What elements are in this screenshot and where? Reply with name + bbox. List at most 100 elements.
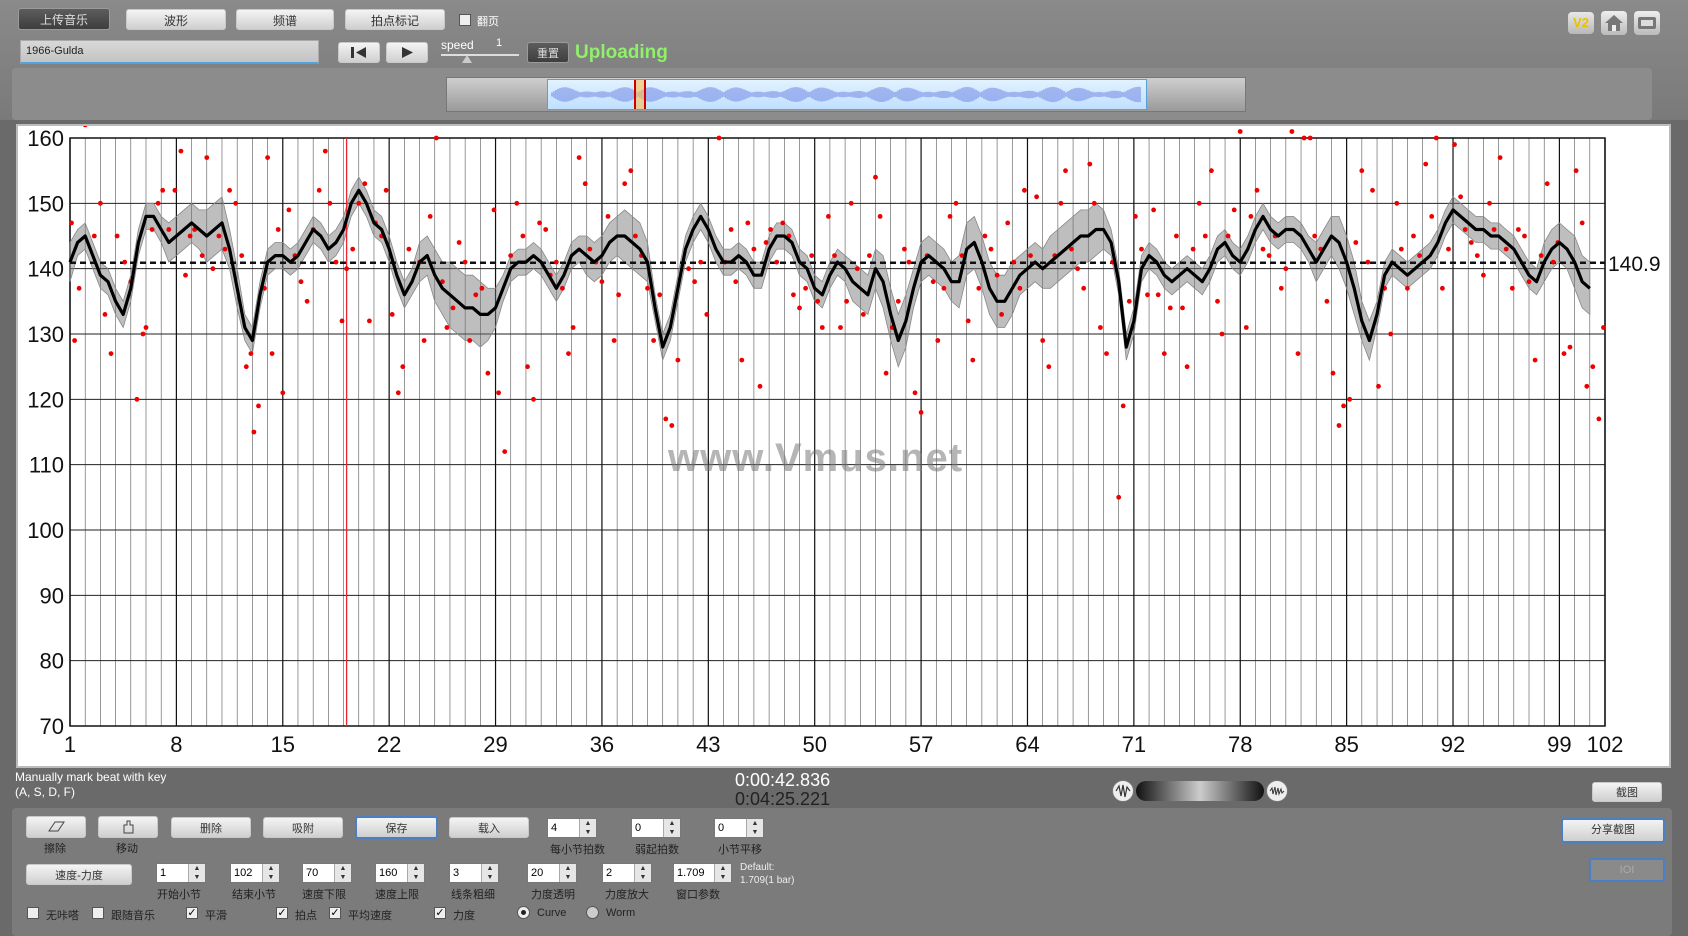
x-tick-label: 85 [1334,732,1358,757]
screen-icon[interactable] [1634,11,1660,35]
waveform-zoom-in-icon[interactable] [1266,780,1288,802]
curve-label: Curve [537,907,567,919]
load-button[interactable]: 载入 [449,817,529,838]
beat-point [269,351,275,356]
beat-point [587,246,593,252]
beat-point [1394,200,1400,206]
beat-point [444,325,450,330]
waveform-view-window[interactable] [547,79,1147,110]
x-tick-label: 22 [377,732,401,757]
average-tempo-checkbox[interactable]: ✓ [329,907,341,919]
beat-point [935,338,941,343]
playhead-marker[interactable] [634,80,646,109]
beat-point [427,214,433,219]
waveform-zoom-out-icon[interactable] [1112,780,1134,802]
y-tick-label: 90 [40,583,64,608]
play-button[interactable] [386,42,428,63]
beat-point [797,305,802,311]
skip-back-button[interactable] [338,42,380,63]
v2-icon[interactable]: V2 [1568,12,1594,34]
curve-radio[interactable] [517,906,530,919]
upload-status: Uploading [575,42,668,63]
x-tick-label: 102 [1587,732,1624,757]
beat-point [553,259,559,265]
beat-point [873,174,878,180]
pickup-beats-input[interactable]: 0 ▲ ▼ [631,818,681,838]
beat-point [1370,187,1375,193]
flip-page-checkbox[interactable] [459,14,471,26]
upload-music-button[interactable]: 上传音乐 [18,8,110,30]
bar-offset-input[interactable]: 0 ▲ ▼ [714,818,764,838]
beat-point [1347,396,1353,402]
beat-point [233,200,239,206]
x-tick-label: 1 [64,732,76,757]
beat-point [999,312,1004,317]
waveform-track[interactable] [446,77,1246,112]
start-bar-input[interactable]: 1 ▲ ▼ [156,863,206,883]
end-bar-input[interactable]: 102 ▲ ▼ [230,863,280,883]
speed-slider[interactable] [441,54,519,56]
beat-point [322,148,328,154]
beat-point [1573,168,1579,174]
beat-point [1098,325,1103,330]
beat-point [1579,220,1585,226]
save-button[interactable]: 保存 [355,816,438,839]
x-tick-label: 8 [170,732,182,757]
beat-point [809,253,815,258]
beat-point [616,292,621,298]
dynamics-zoom-label: 力度放大 [605,889,649,901]
home-icon[interactable] [1601,11,1627,35]
beat-point [1411,233,1416,239]
follow-music-checkbox[interactable] [92,907,104,919]
ioi-button[interactable]: IOI [1589,858,1665,882]
worm-radio[interactable] [586,906,599,919]
erase-button[interactable] [26,816,86,838]
beats-label: 拍点 [295,910,317,922]
smooth-checkbox[interactable]: ✓ [186,907,198,919]
beat-point [883,370,889,376]
share-screenshot-button[interactable]: 分享截图 [1561,818,1665,843]
move-label: 移动 [116,843,138,855]
zoom-slider[interactable] [1136,781,1264,801]
snap-button[interactable]: 吸附 [263,817,343,838]
beat-point [514,200,520,206]
screenshot-button[interactable]: 截图 [1592,782,1662,802]
beat-point [72,338,77,343]
line-width-input[interactable]: 3 ▲ ▼ [449,863,499,883]
beats-per-bar-input[interactable]: 4 ▲ ▼ [547,818,597,838]
dynamics-checkbox[interactable]: ✓ [434,907,446,919]
beat-point [1040,338,1046,343]
beat-point [582,181,588,187]
beat-point [508,253,514,258]
reset-button[interactable]: 重置 [527,42,569,63]
speed-slider-thumb[interactable] [462,55,472,63]
beat-point [199,253,205,258]
beat-point [860,312,866,317]
x-tick-label: 29 [483,732,507,757]
spectrum-button[interactable]: 频谱 [236,9,334,30]
beat-point [362,181,368,187]
no-click-checkbox[interactable] [27,907,39,919]
tempo-dynamics-button[interactable]: 速度-力度 [26,864,132,885]
tempo-low-input[interactable]: 70 ▲ ▼ [302,863,352,883]
pickup-beats-label: 弱起拍数 [635,844,679,856]
beat-point [1590,364,1596,370]
beat-point [520,233,526,239]
beat-point [1538,253,1544,258]
beat-point [1283,266,1289,272]
beat-point [965,318,971,324]
x-tick-label: 57 [909,732,933,757]
beat-point [768,227,773,232]
move-button[interactable] [98,816,158,838]
beats-checkbox[interactable]: ✓ [276,907,288,919]
beat-point [339,318,345,324]
beat-mark-button[interactable]: 拍点标记 [345,9,445,30]
delete-button[interactable]: 删除 [171,817,251,838]
tempo-high-input[interactable]: 160 ▲ ▼ [375,863,425,883]
beat-point [204,155,210,160]
waveform-button[interactable]: 波形 [126,9,226,30]
file-name-field[interactable]: 1966-Gulda [20,40,319,64]
dynamics-zoom-input[interactable]: 2 ▲ ▼ [602,863,652,883]
window-param-input[interactable]: 1.709 ▲ ▼ [673,863,732,883]
dynamics-alpha-input[interactable]: 20 ▲ ▼ [527,863,577,883]
